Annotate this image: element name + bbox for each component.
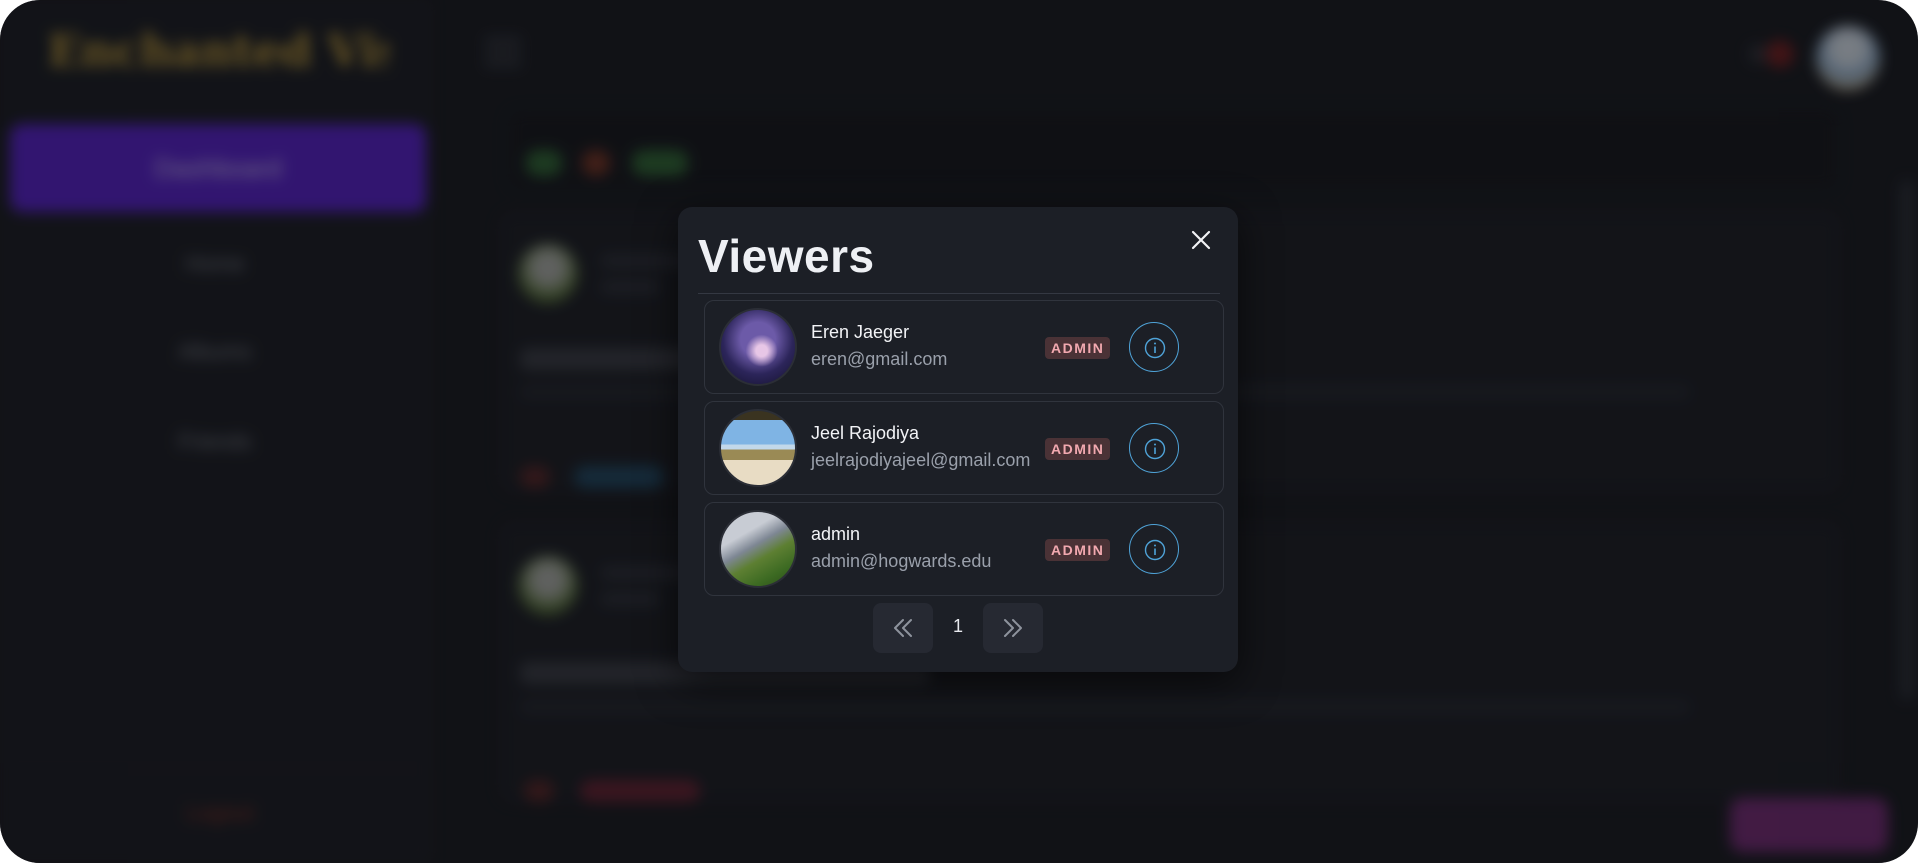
viewer-name: Jeel Rajodiya	[811, 423, 920, 443]
close-icon	[1191, 230, 1211, 250]
chevrons-right-icon	[1004, 619, 1022, 637]
viewer-row: Jeel Rajodiya jeelrajodiyajeel@gmail.com…	[704, 401, 1224, 495]
avatar	[719, 510, 797, 588]
info-icon	[1144, 539, 1166, 561]
app-window: Enchanted Vision Dashboard Home Albums F…	[0, 0, 1918, 863]
viewers-modal: Viewers Eren Jaeger eren@gmail.com ADMIN	[678, 207, 1238, 672]
divider	[698, 293, 1220, 294]
current-page: 1	[952, 616, 963, 636]
next-page-button[interactable]	[983, 603, 1043, 653]
viewer-email: admin@hogwards.edu	[811, 551, 992, 571]
info-button[interactable]	[1129, 322, 1179, 372]
role-badge: ADMIN	[1045, 438, 1111, 460]
info-button[interactable]	[1129, 524, 1179, 574]
role-badge: ADMIN	[1045, 337, 1111, 359]
avatar	[719, 308, 797, 386]
info-icon	[1144, 438, 1166, 460]
viewer-email: eren@gmail.com	[811, 349, 948, 369]
viewer-email: jeelrajodiyajeel@gmail.com	[811, 450, 1031, 470]
info-icon	[1144, 337, 1166, 359]
previous-page-button[interactable]	[873, 603, 933, 653]
viewer-name: admin	[811, 524, 861, 544]
modal-title: Viewers	[698, 230, 875, 282]
avatar	[719, 409, 797, 487]
role-badge: ADMIN	[1045, 539, 1111, 561]
viewer-name: Eren Jaeger	[811, 322, 910, 342]
viewer-row: Eren Jaeger eren@gmail.com ADMIN	[704, 300, 1224, 394]
info-button[interactable]	[1129, 423, 1179, 473]
close-button[interactable]	[1188, 227, 1214, 253]
viewer-row: admin admin@hogwards.edu ADMIN	[704, 502, 1224, 596]
chevrons-left-icon	[894, 619, 912, 637]
